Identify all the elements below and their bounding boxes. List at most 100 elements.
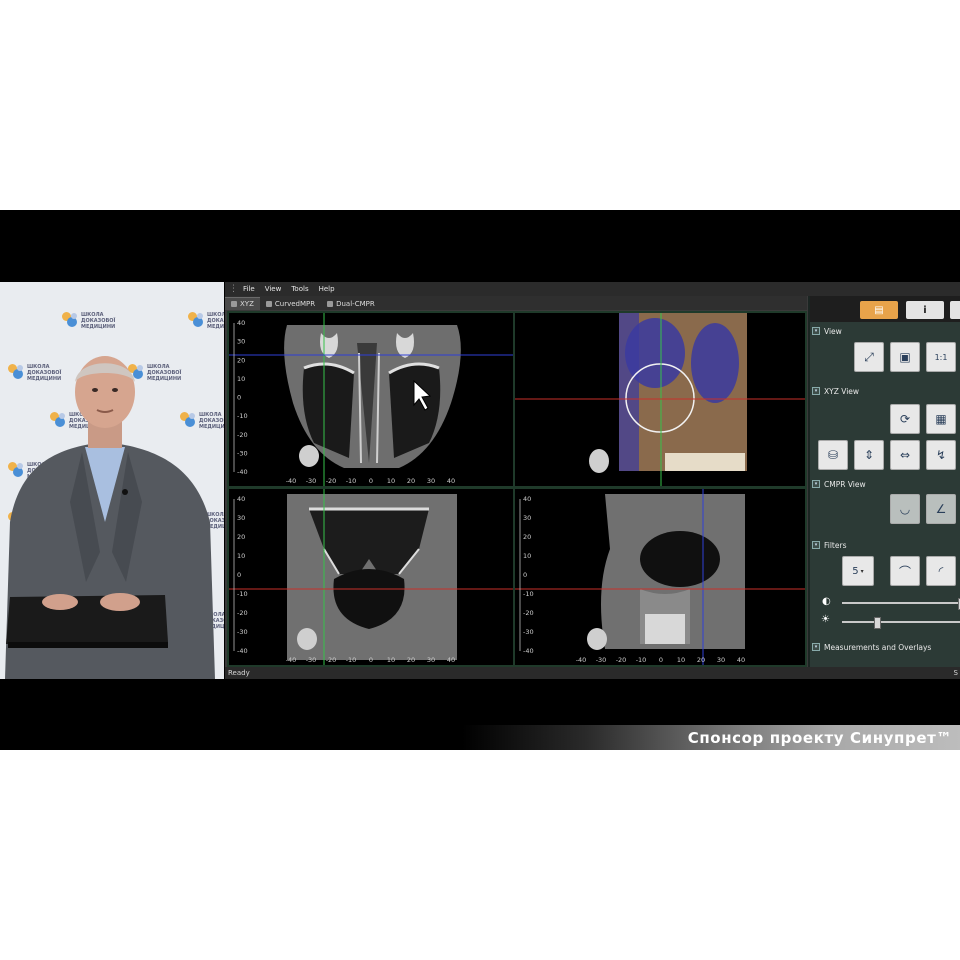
horizontal-tick-label: -10 [346,477,357,485]
horizontal-tick-label: -20 [326,656,337,664]
more-button[interactable] [950,301,960,319]
ratio-button[interactable]: 1:1 [926,342,956,372]
volume-button[interactable]: ⛁ [818,440,848,470]
angle-button[interactable]: ∠ [926,494,956,524]
menu-tools[interactable]: Tools [291,285,308,293]
section-label: Measurements and Overlays [824,642,932,652]
gamma-filter-icon: ◜ [938,564,944,578]
horizontal-tick-label: 10 [387,656,395,664]
vertical-tick-label: -40 [237,647,248,655]
horizontal-tick-label: -20 [616,656,627,664]
vertical-tick-label: -20 [523,609,534,617]
reset-layout-icon: ⤢ [864,349,874,364]
slab-button[interactable]: ▦ [926,404,956,434]
info-button[interactable]: i [906,301,944,319]
vertical-tick-label: -10 [237,412,248,420]
section-measurements[interactable]: ▾ Measurements and Overlays [810,641,960,653]
menu-view[interactable]: View [265,285,282,293]
tilt-button[interactable]: ↯ [926,440,956,470]
horizontal-tick-label: 20 [407,656,415,664]
section-cmpr-view[interactable]: ▾ CMPR View [810,478,960,490]
tab-curvedmpr[interactable]: CurvedMPR [260,298,321,310]
coronal-image: 40 30 20 10 0 -10 -20 -30 -40 -40 -30 -20 -10 0 10 20 30… [229,313,513,486]
school-logo: ШКОЛАДОКАЗОВОЇМЕДИЦИНИ [62,312,115,330]
control-panel: ▤ i ▾ View ⤢ ▣ 1:1 ▾ XYZ View ⟳ ▦ ⛁ ⇕ ⇔ ↯ [808,296,960,667]
vertical-tick-label: 40 [237,495,245,503]
vertical-tick-label: 40 [237,319,245,327]
sponsor-text: Спонсор проекту Синупрет™ [687,729,952,747]
vertical-tick-label: 10 [237,552,245,560]
section-label: CMPR View [824,479,866,489]
gamma-filter-button[interactable]: ◜ [926,556,956,586]
collapse-icon: ▾ [812,327,820,335]
brightness-slider[interactable] [842,617,960,629]
horizontal-tick-label: -30 [306,656,317,664]
menu-help[interactable]: Help [319,285,335,293]
sponsor-banner: Спонсор проекту Синупрет™ [462,725,960,750]
filter-preset-dropdown[interactable]: 5 ▾ [842,556,874,586]
tab-xyz[interactable]: XYZ [225,297,260,310]
vertical-tick-label: -30 [237,449,248,457]
notes-icon: ▤ [874,304,884,316]
slab-icon: ▦ [935,412,947,426]
horizontal-tick-label: -10 [346,656,357,664]
view-tabs: XYZ CurvedMPR Dual-CMPR [225,296,807,310]
horizontal-tick-label: -30 [306,477,317,485]
video-frame: ШКОЛА ДОКАЗОВОЇ МЕДИЦИНИ ШКОЛА ДОКАЗОВОЇ МЕДИ… [0,210,960,750]
collapse-icon: ▾ [812,541,820,549]
volume-icon: ⛁ [827,448,839,462]
tab-label: XYZ [240,300,254,308]
horizontal-move-button[interactable]: ⇔ [890,440,920,470]
horizontal-tick-label: 40 [447,477,455,485]
ratio-label: 1:1 [934,352,948,362]
vertical-tick-label: 20 [237,356,245,364]
vertical-tick-label: 0 [523,571,527,579]
vertical-tick-label: 10 [523,552,531,560]
collapse-icon: ▾ [812,387,820,395]
viewer-window: ⋮ File View Tools Help XYZ CurvedMPR Dua… [225,282,960,679]
viewport-3d-render[interactable] [515,313,805,486]
curve-button[interactable]: ◡ [890,494,920,524]
viewport-sagittal[interactable]: 40 30 20 10 0 -10 -20 -30 -40 -40 -30 -20 -10 0 10 20 30… [515,489,805,665]
horizontal-tick-label: 30 [717,656,725,664]
horizontal-tick-label: 40 [737,656,745,664]
logo-mark-icon [62,312,78,330]
axial-image: 40 30 20 10 0 -10 -20 -30 -40 -40 -30 -20 -10 0 10 20 30… [229,489,513,665]
image-icon: ▣ [899,350,911,364]
section-filters[interactable]: ▾ Filters [810,539,960,551]
collapse-icon: ▾ [812,643,820,651]
reset-view-button[interactable]: ⤢ [854,342,884,372]
horizontal-tick-label: -40 [286,477,297,485]
curve-filter-button[interactable]: ⌒ [890,556,920,586]
status-text: Ready [228,669,250,677]
image-button[interactable]: ▣ [890,342,920,372]
vertical-arrows-icon: ⇕ [863,448,875,462]
notes-button[interactable]: ▤ [860,301,898,319]
contrast-icon: ◐ [822,596,831,607]
logo-mark-icon [188,312,204,330]
horizontal-tick-label: -40 [286,656,297,664]
section-view[interactable]: ▾ View [810,325,960,337]
menu-file[interactable]: File [243,285,255,293]
viewport-axial[interactable]: 40 30 20 10 0 -10 -20 -30 -40 -40 -30 -20 -10 0 10 20 30… [229,489,513,665]
sagittal-image: 40 30 20 10 0 -10 -20 -30 -40 -40 -30 -20 -10 0 10 20 30… [515,489,805,665]
viewport-coronal[interactable]: 40 30 20 10 0 -10 -20 -30 -40 -40 -30 -20 -10 0 10 20 30… [229,313,513,486]
vertical-move-button[interactable]: ⇕ [854,440,884,470]
horizontal-tick-label: 30 [427,656,435,664]
presenter [5,356,215,679]
brightness-slider-thumb[interactable] [874,617,881,629]
tab-label: CurvedMPR [274,300,316,308]
rotate-icon: ⟳ [899,412,911,426]
section-xyz-view[interactable]: ▾ XYZ View [810,385,960,397]
contrast-slider[interactable] [842,598,960,610]
info-icon: i [923,304,927,316]
filter-value: 5 [852,565,859,577]
horizontal-tick-label: 20 [407,477,415,485]
horizontal-tick-label: 30 [427,477,435,485]
vertical-tick-label: 10 [237,375,245,383]
vertical-tick-label: -10 [523,590,534,598]
tab-dual-cmpr[interactable]: Dual-CMPR [321,298,381,310]
rotate-view-button[interactable]: ⟳ [890,404,920,434]
vertical-tick-label: 20 [523,533,531,541]
brightness-icon: ☀ [821,614,830,625]
